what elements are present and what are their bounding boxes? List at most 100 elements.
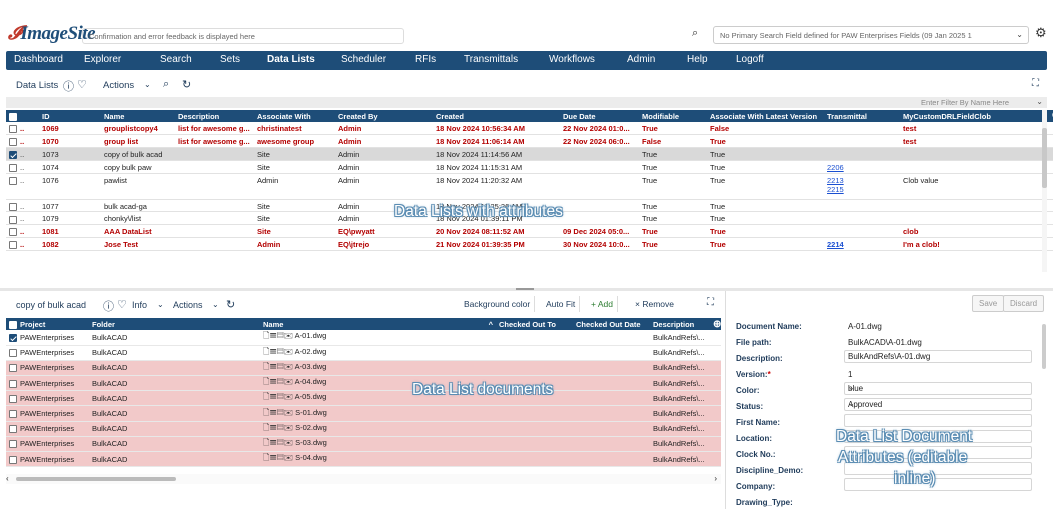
add-button[interactable]: + Add (587, 296, 618, 312)
row-expander[interactable]: .. (17, 134, 39, 149)
chevron-down-icon[interactable]: ⌄ (212, 300, 219, 309)
col-due-date[interactable]: Due Date (560, 110, 639, 122)
col-project[interactable]: Project (17, 318, 89, 330)
col-associate-with[interactable]: Associate With (254, 110, 335, 122)
first-name-input[interactable] (844, 414, 1032, 427)
table-row[interactable]: PAWEnterprises BulkACAD 🗋☰▤✉ A-05.dwg BulkA… (6, 390, 721, 407)
row-checkbox[interactable] (6, 173, 17, 200)
row-checkbox[interactable] (6, 224, 17, 239)
data-lists-actions-menu[interactable]: Actions (103, 80, 134, 91)
cell-name[interactable]: 🗋☰▤✉ S-02.dwg (260, 421, 496, 437)
nav-workflows[interactable]: Workflows (549, 54, 595, 65)
refresh-icon[interactable]: ↻ (182, 78, 191, 91)
select-all-checkbox[interactable] (6, 318, 17, 330)
add-column-icon[interactable]: ⊕ (713, 318, 721, 330)
cell-name[interactable]: copy of bulk acad (101, 147, 175, 161)
row-checkbox[interactable] (6, 237, 17, 251)
file-name[interactable]: S-01.dwg (295, 408, 327, 417)
cell-name[interactable]: 🗋☰▤✉ A-02.dwg (260, 345, 496, 361)
row-expander[interactable]: .. (17, 211, 39, 226)
row-checkbox[interactable] (6, 345, 17, 361)
filter-input[interactable]: Enter Filter By Name Here (921, 98, 1009, 107)
color-select[interactable]: blue ⌄ (844, 382, 1032, 395)
row-expander[interactable]: .. (17, 224, 39, 239)
nav-dashboard[interactable]: Dashboard (14, 54, 63, 65)
col-folder[interactable]: Folder (89, 318, 260, 330)
table-row[interactable]: .. 1081 AAA DataList Site EQ\pwyatt 20 Nov 20… (6, 224, 1053, 239)
discard-button[interactable]: Discard (1003, 295, 1045, 312)
row-checkbox[interactable] (6, 436, 17, 453)
table-row[interactable]: PAWEnterprises BulkACAD 🗋☰▤✉ S-03.dwg BulkA… (6, 436, 721, 453)
help-icon[interactable]: ⓘ (63, 78, 74, 94)
col-custom-clob[interactable]: MyCustomDRLFieldClob⊕ (900, 110, 1053, 122)
col-created[interactable]: Created (433, 110, 560, 122)
cell-name[interactable]: pawlist (101, 173, 175, 200)
background-color-button[interactable]: Background color (460, 296, 536, 312)
gear-icon[interactable]: ⚙ (1035, 25, 1047, 41)
nav-transmittals[interactable]: Transmittals (464, 54, 518, 65)
cell-name[interactable]: 🗋☰▤✉ A-01.dwg (260, 330, 496, 346)
col-description[interactable]: Description (175, 110, 254, 122)
file-name[interactable]: A-03.dwg (295, 362, 327, 371)
row-checkbox[interactable] (6, 134, 17, 149)
col-name[interactable]: Name ^ (260, 318, 496, 330)
table-row[interactable]: PAWEnterprises BulkACAD 🗋☰▤✉ A-01.dwg BulkA… (6, 330, 721, 346)
table-row[interactable]: PAWEnterprises BulkACAD 🗋☰▤✉ A-02.dwg BulkA… (6, 345, 721, 361)
transmittal-link[interactable]: 2213 (827, 176, 844, 185)
cell-name[interactable]: AAA DataList (101, 224, 175, 239)
row-checkbox[interactable] (6, 390, 17, 407)
cell-name[interactable]: bulk acad-ga (101, 199, 175, 213)
description-input[interactable]: BulkAndRefs\A-01.dwg (844, 350, 1032, 363)
row-checkbox[interactable] (6, 405, 17, 422)
table-row[interactable]: PAWEnterprises BulkACAD 🗋☰▤✉ A-04.dwg BulkA… (6, 375, 721, 392)
row-checkbox[interactable] (6, 421, 17, 437)
nav-explorer[interactable]: Explorer (84, 54, 121, 65)
table-row[interactable]: .. 1074 copy bulk paw Site Admin 18 Nov 2024 … (6, 160, 1053, 174)
search-icon[interactable]: ⌕ (692, 27, 698, 40)
remove-button[interactable]: × Remove (631, 296, 678, 312)
cell-name[interactable]: 🗋☰▤✉ S-04.dwg (260, 451, 496, 468)
cell-name[interactable]: 🗋☰▤✉ S-03.dwg (260, 436, 496, 453)
row-checkbox[interactable] (6, 160, 17, 174)
company-input[interactable] (844, 478, 1032, 491)
row-checkbox[interactable] (6, 199, 17, 213)
table-row[interactable]: .. 1082 Jose Test Admin EQ\jtrejo 21 Nov 2024… (6, 237, 1053, 251)
col-name[interactable]: Name (101, 110, 175, 122)
row-checkbox[interactable] (6, 122, 17, 136)
chevron-down-icon[interactable]: ⌄ (144, 80, 151, 89)
cell-name[interactable]: 🗋☰▤✉ A-03.dwg (260, 360, 496, 377)
nav-rfis[interactable]: RFIs (415, 54, 436, 65)
transmittal-link[interactable]: 2214 (827, 240, 844, 249)
table-row[interactable]: .. 1069 grouplistcopy4 list for awesome g..… (6, 122, 1053, 136)
heart-icon[interactable]: ♡ (77, 78, 87, 91)
nav-search[interactable]: Search (160, 54, 192, 65)
col-created-by[interactable]: Created By (335, 110, 433, 122)
chevron-down-icon[interactable]: ⌄ (157, 300, 164, 309)
documents-hscrollbar[interactable]: ‹ › (6, 474, 721, 484)
col-description[interactable]: Description (650, 318, 713, 330)
nav-sets[interactable]: Sets (220, 54, 240, 65)
file-name[interactable]: S-02.dwg (295, 423, 327, 432)
table-row[interactable]: PAWEnterprises BulkACAD 🗋☰▤✉ S-02.dwg BulkA… (6, 421, 721, 437)
col-modifiable[interactable]: Modifiable (639, 110, 707, 122)
refresh-icon[interactable]: ↻ (226, 298, 235, 311)
row-checkbox[interactable] (6, 147, 17, 161)
cell-name[interactable]: copy bulk paw (101, 160, 175, 174)
info-menu[interactable]: Info (132, 300, 147, 310)
save-button[interactable]: Save (972, 295, 1005, 312)
row-checkbox[interactable] (6, 375, 17, 392)
nav-logoff[interactable]: Logoff (736, 54, 764, 65)
search-icon[interactable]: ⌕ (163, 78, 169, 91)
col-latest-version[interactable]: Associate With Latest Version (707, 110, 824, 122)
table-row[interactable]: .. 1073 copy of bulk acad Site Admin 18 Nov 2… (6, 147, 1053, 161)
row-expander[interactable]: .. (17, 237, 39, 251)
row-checkbox[interactable] (6, 360, 17, 377)
scroll-left-icon[interactable]: ‹ (6, 474, 9, 483)
expand-icon[interactable]: ⛶ (1032, 78, 1039, 89)
transmittal-link[interactable]: 2215 (827, 185, 844, 194)
transmittal-link[interactable]: 2206 (827, 163, 844, 172)
file-name[interactable]: S-04.dwg (295, 453, 327, 462)
search-field-select[interactable]: No Primary Search Field defined for PAW … (713, 26, 1029, 44)
cell-name[interactable]: 🗋☰▤✉ S-01.dwg (260, 405, 496, 422)
file-name[interactable]: A-02.dwg (295, 347, 327, 356)
